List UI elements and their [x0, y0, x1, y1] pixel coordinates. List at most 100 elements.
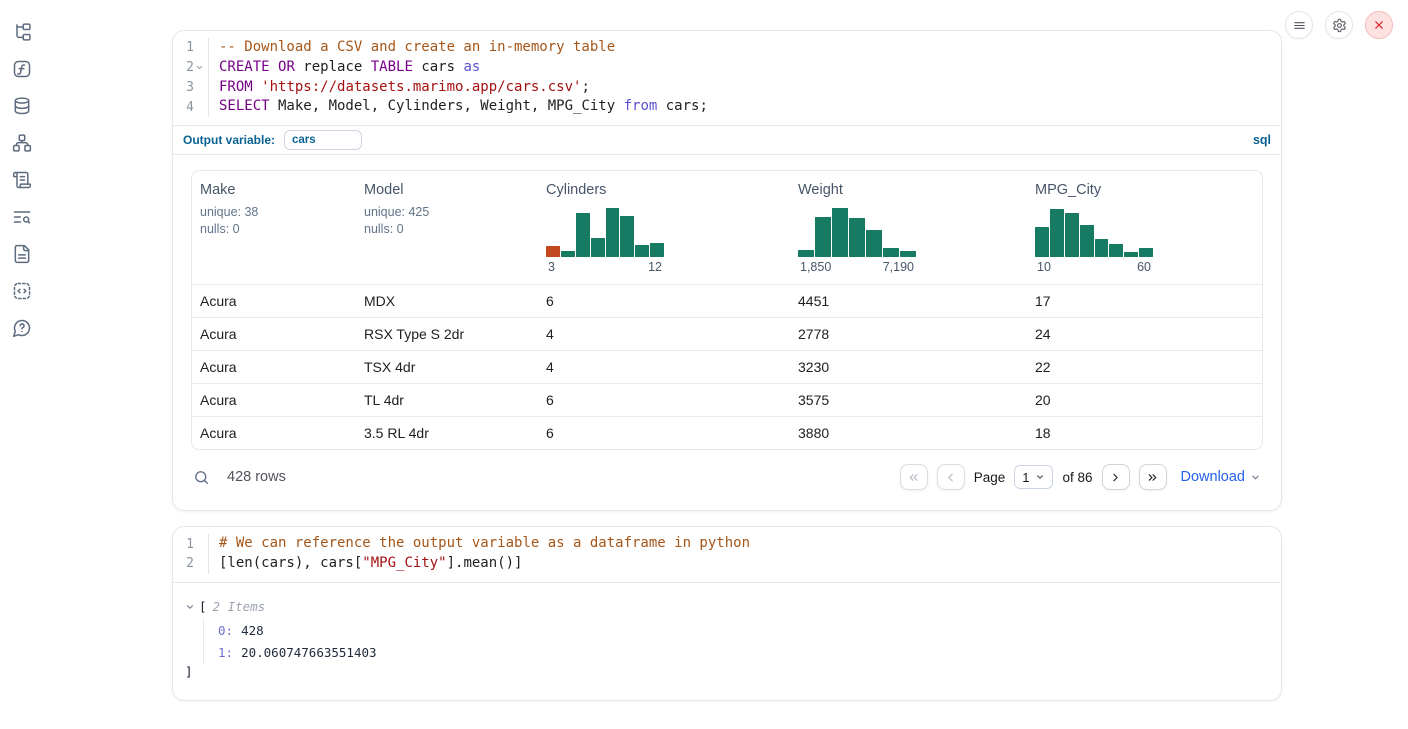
histogram-bar: [900, 251, 916, 257]
table-footer: 428 rows Page 1 of 86 Download: [191, 460, 1263, 494]
column-header-weight[interactable]: Weight1,8507,190: [790, 171, 1027, 284]
menu-button[interactable]: [1285, 11, 1313, 39]
first-page-button[interactable]: [900, 464, 928, 490]
notebook: 1234 -- Download a CSV and create an in-…: [172, 30, 1282, 701]
tree-item: 0:428: [218, 619, 1269, 642]
column-histogram: 1060: [1035, 205, 1153, 274]
fold-spacer: [194, 558, 205, 569]
column-stat: unique: 425: [364, 205, 530, 219]
table-body: AcuraMDX6445117AcuraRSX Type S 2dr427782…: [192, 284, 1262, 449]
code-lines: -- Download a CSV and create an in-memor…: [209, 38, 708, 117]
column-header-make[interactable]: Makeunique: 38nulls: 0: [192, 171, 356, 284]
sql-cell-output: Makeunique: 38nulls: 0Modelunique: 425nu…: [173, 155, 1281, 510]
table-cell: RSX Type S 2dr: [356, 326, 538, 342]
fold-chevron-icon[interactable]: [194, 62, 205, 73]
axis-label: 7,190: [883, 260, 914, 274]
settings-button[interactable]: [1325, 11, 1353, 39]
histogram-axis: 1,850 7,190: [798, 260, 916, 274]
output-variable-label: Output variable:: [183, 133, 275, 147]
line-number: 2: [173, 58, 205, 78]
column-stat: nulls: 0: [200, 222, 348, 236]
sidebar-item-scroll-text[interactable]: [11, 169, 33, 191]
page-select[interactable]: 1: [1014, 465, 1053, 489]
tree-item-key: 0:: [218, 623, 233, 638]
prev-page-button[interactable]: [937, 464, 965, 490]
histogram-bar: [1035, 227, 1049, 257]
function-icon: [12, 59, 32, 79]
items-count-label: 2 Items: [213, 599, 266, 614]
sidebar-item-function[interactable]: [11, 58, 33, 80]
axis-label: 1,850: [800, 260, 831, 274]
table-cell: Acura: [192, 425, 356, 441]
column-header-mpg_city[interactable]: MPG_City 1060: [1027, 171, 1262, 284]
language-badge[interactable]: sql: [1253, 133, 1271, 147]
axis-label: 12: [648, 260, 662, 274]
close-icon: [1372, 18, 1386, 32]
table-cell: 2778: [790, 326, 1027, 342]
table-cell: MDX: [356, 293, 538, 309]
column-header-model[interactable]: Modelunique: 425nulls: 0: [356, 171, 538, 284]
fold-spacer: [194, 82, 205, 93]
histogram-bar: [546, 246, 560, 257]
chevrons-right-icon: [1146, 471, 1159, 484]
sidebar-item-help[interactable]: [11, 317, 33, 339]
column-title: Make: [200, 182, 348, 198]
close-button[interactable]: [1365, 11, 1393, 39]
table-cell: 6: [538, 293, 790, 309]
snippets-icon: [12, 281, 32, 301]
sidebar-item-dependency-graph[interactable]: [11, 132, 33, 154]
table-cell: 20: [1027, 392, 1262, 408]
histogram-bar: [832, 208, 848, 257]
sql-code-editor[interactable]: 1234 -- Download a CSV and create an in-…: [173, 31, 1281, 125]
histogram-bar: [815, 217, 831, 258]
table-cell: Acura: [192, 359, 356, 375]
table-cell: 17: [1027, 293, 1262, 309]
sidebar-item-text-search[interactable]: [11, 206, 33, 228]
chevron-right-icon: [1109, 471, 1122, 484]
histogram-bar: [849, 218, 865, 257]
download-button[interactable]: Download: [1181, 469, 1262, 485]
sidebar-item-database[interactable]: [11, 95, 33, 117]
text-search-icon: [12, 207, 32, 227]
fold-spacer: [194, 539, 205, 550]
histogram-bar: [1065, 213, 1079, 257]
chevron-down-icon: [1035, 472, 1045, 482]
line-number-gutter: 12: [173, 534, 209, 574]
sidebar-item-file-tree[interactable]: [11, 21, 33, 43]
output-variable-input[interactable]: [284, 130, 362, 150]
page-total-label: of 86: [1062, 470, 1092, 485]
last-page-button[interactable]: [1139, 464, 1167, 490]
table-cell: 18: [1027, 425, 1262, 441]
table-cell: 3575: [790, 392, 1027, 408]
search-icon[interactable]: [193, 469, 210, 486]
row-count: 428 rows: [227, 469, 286, 485]
page-label: Page: [974, 470, 1006, 485]
histogram-bar: [1124, 252, 1138, 257]
histogram-bar: [1109, 244, 1123, 257]
sidebar-item-document[interactable]: [11, 243, 33, 265]
next-page-button[interactable]: [1102, 464, 1130, 490]
scroll-text-icon: [12, 170, 32, 190]
sidebar-item-snippets[interactable]: [11, 280, 33, 302]
pagination: Page 1 of 86: [900, 464, 1167, 490]
table-row: AcuraTL 4dr6357520: [192, 383, 1262, 416]
tree-item-key: 1:: [218, 645, 233, 660]
tree-items: 0:4281:20.060747663551403: [203, 619, 1269, 664]
histogram-bar: [798, 250, 814, 257]
python-code-editor[interactable]: 12 # We can reference the output variabl…: [173, 527, 1281, 582]
sidebar: [0, 0, 44, 339]
column-header-cylinders[interactable]: Cylinders312: [538, 171, 790, 284]
file-tree-icon: [12, 22, 32, 42]
column-stat: nulls: 0: [364, 222, 530, 236]
sql-cell: 1234 -- Download a CSV and create an in-…: [172, 30, 1282, 511]
column-title: MPG_City: [1035, 182, 1254, 198]
document-icon: [12, 244, 32, 264]
collapse-chevron-icon[interactable]: [185, 602, 195, 612]
open-bracket: [: [199, 599, 207, 614]
python-cell: 12 # We can reference the output variabl…: [172, 526, 1282, 701]
table-cell: Acura: [192, 392, 356, 408]
histogram-bar: [606, 208, 620, 257]
fold-spacer: [194, 42, 205, 53]
table-cell: TSX 4dr: [356, 359, 538, 375]
table-row: AcuraTSX 4dr4323022: [192, 350, 1262, 383]
